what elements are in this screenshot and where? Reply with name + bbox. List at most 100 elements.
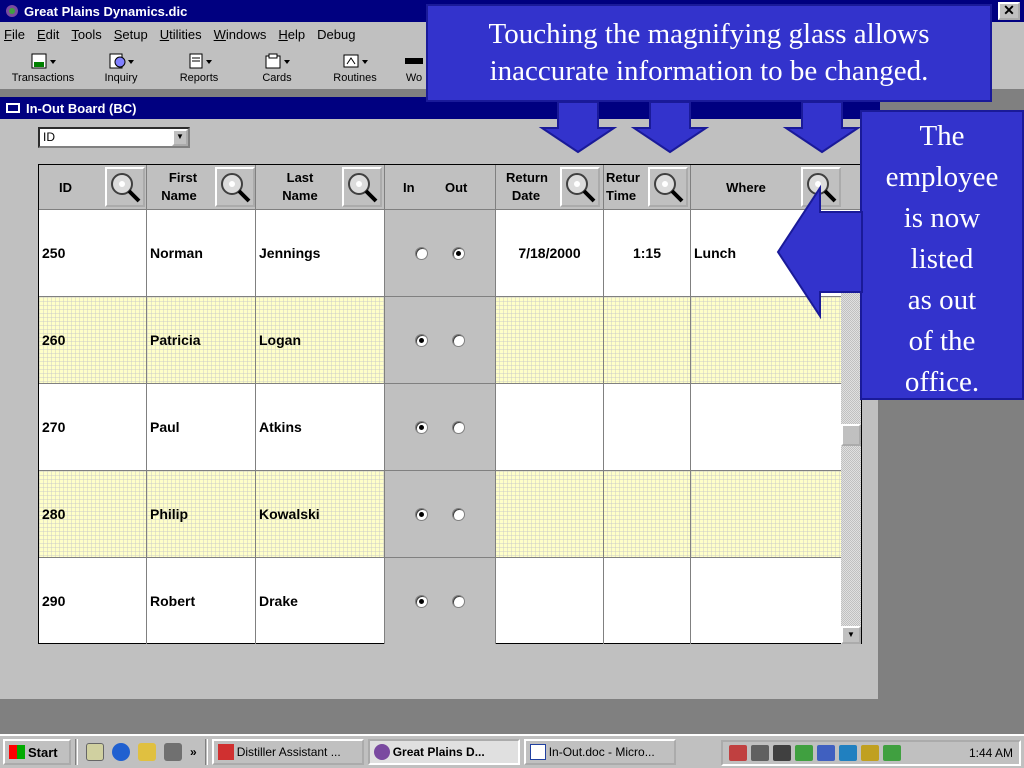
clock[interactable]: 1:44 AM bbox=[969, 746, 1013, 760]
last-name-cell[interactable]: Logan bbox=[256, 297, 385, 383]
tray-icon-1[interactable] bbox=[729, 745, 747, 761]
last-name-cell[interactable]: Kowalski bbox=[256, 471, 385, 557]
id-lookup-button[interactable] bbox=[105, 167, 145, 207]
return-date-label-line1: Return bbox=[506, 170, 548, 185]
in-radio[interactable] bbox=[415, 246, 428, 260]
id-cell[interactable]: 270 bbox=[39, 384, 147, 470]
return-time-cell[interactable] bbox=[604, 384, 691, 470]
first-name-cell[interactable]: Norman bbox=[147, 210, 256, 296]
return-time-cell[interactable] bbox=[604, 558, 691, 644]
show-desktop-icon[interactable] bbox=[86, 743, 104, 761]
return-time-cell[interactable] bbox=[604, 471, 691, 557]
taskbar-distiller[interactable]: Distiller Assistant ... bbox=[211, 739, 364, 765]
out-radio[interactable] bbox=[452, 333, 465, 347]
return-date-lookup-button[interactable] bbox=[560, 167, 600, 207]
where-cell[interactable]: Lunch bbox=[691, 210, 843, 296]
in-out-cell bbox=[385, 471, 496, 557]
table-row[interactable]: 260 Patricia Logan bbox=[39, 297, 843, 384]
where-label: Where bbox=[726, 180, 766, 195]
last-name-cell[interactable]: Atkins bbox=[256, 384, 385, 470]
transactions-button[interactable]: Transactions bbox=[4, 46, 82, 89]
table-row[interactable]: 250 Norman Jennings 7/18/2000 1:15 Lunch bbox=[39, 210, 843, 297]
transactions-icon bbox=[31, 53, 56, 68]
tray-icon-2[interactable] bbox=[751, 745, 769, 761]
media-player-icon[interactable] bbox=[164, 743, 182, 761]
menu-edit[interactable]: Edit bbox=[37, 27, 59, 42]
out-radio[interactable] bbox=[452, 594, 465, 608]
vertical-scrollbar[interactable]: ▲ ▼ bbox=[841, 210, 861, 644]
header-in-out: In Out bbox=[385, 165, 496, 210]
where-cell[interactable] bbox=[691, 384, 843, 470]
start-button[interactable]: Start bbox=[3, 739, 71, 765]
return-date-cell[interactable] bbox=[496, 558, 604, 644]
in-radio[interactable] bbox=[415, 507, 428, 521]
out-radio[interactable] bbox=[452, 246, 465, 260]
in-radio[interactable] bbox=[415, 333, 428, 347]
return-date-cell[interactable] bbox=[496, 384, 604, 470]
out-radio[interactable] bbox=[452, 507, 465, 521]
where-cell[interactable] bbox=[691, 471, 843, 557]
scrollbar-thumb[interactable] bbox=[841, 424, 861, 446]
return-time-label-line1: Retur bbox=[606, 170, 640, 185]
magnifying-glass-icon bbox=[348, 173, 378, 203]
tray-icon-8[interactable] bbox=[883, 745, 901, 761]
in-radio[interactable] bbox=[415, 420, 428, 434]
outlook-icon[interactable] bbox=[138, 743, 156, 761]
table-row[interactable]: 280 Philip Kowalski bbox=[39, 471, 843, 558]
return-date-cell[interactable] bbox=[496, 297, 604, 383]
tray-icon-7[interactable] bbox=[861, 745, 879, 761]
last-name-cell[interactable]: Jennings bbox=[256, 210, 385, 296]
cards-button[interactable]: Cards bbox=[238, 46, 316, 89]
taskbar-great-plains[interactable]: Great Plains D... bbox=[367, 739, 520, 765]
table-row[interactable]: 270 Paul Atkins bbox=[39, 384, 843, 471]
menu-windows[interactable]: Windows bbox=[214, 27, 267, 42]
volume-icon[interactable] bbox=[773, 745, 791, 761]
first-name-cell[interactable]: Paul bbox=[147, 384, 256, 470]
first-name-cell[interactable]: Robert bbox=[147, 558, 256, 644]
last-name-cell[interactable]: Drake bbox=[256, 558, 385, 644]
id-cell[interactable]: 280 bbox=[39, 471, 147, 557]
menu-utilities[interactable]: Utilities bbox=[160, 27, 202, 42]
tray-icon-6[interactable] bbox=[839, 745, 857, 761]
id-cell[interactable]: 290 bbox=[39, 558, 147, 644]
menu-setup[interactable]: Setup bbox=[114, 27, 148, 42]
inquiry-button[interactable]: Inquiry bbox=[82, 46, 160, 89]
first-name-lookup-button[interactable] bbox=[215, 167, 255, 207]
window-close-button[interactable]: ✕ bbox=[998, 2, 1020, 20]
in-radio[interactable] bbox=[415, 594, 428, 608]
magnifying-glass-icon bbox=[111, 173, 141, 203]
routines-button[interactable]: Routines bbox=[316, 46, 394, 89]
first-name-cell[interactable]: Philip bbox=[147, 471, 256, 557]
menu-tools[interactable]: Tools bbox=[71, 27, 101, 42]
network-icon[interactable] bbox=[817, 745, 835, 761]
taskbar-word-doc[interactable]: In-Out.doc - Micro... bbox=[523, 739, 676, 765]
tray-icon-4[interactable] bbox=[795, 745, 813, 761]
reports-button[interactable]: Reports bbox=[160, 46, 238, 89]
return-date-cell[interactable]: 7/18/2000 bbox=[496, 210, 604, 296]
return-time-cell[interactable]: 1:15 bbox=[604, 210, 691, 296]
quick-launch-chevron[interactable]: » bbox=[190, 745, 197, 759]
sort-by-select[interactable]: ID ▼ bbox=[38, 127, 190, 148]
id-cell[interactable]: 260 bbox=[39, 297, 147, 383]
in-label: In bbox=[403, 180, 415, 195]
id-cell[interactable]: 250 bbox=[39, 210, 147, 296]
menu-file[interactable]: File bbox=[4, 27, 25, 42]
taskbar: Start » Distiller Assistant ... Great Pl… bbox=[0, 734, 1024, 768]
out-radio[interactable] bbox=[452, 420, 465, 434]
scroll-down-button[interactable]: ▼ bbox=[841, 626, 861, 644]
internet-explorer-icon[interactable] bbox=[112, 743, 130, 761]
return-date-cell[interactable] bbox=[496, 471, 604, 557]
return-time-lookup-button[interactable] bbox=[648, 167, 688, 207]
where-cell[interactable] bbox=[691, 558, 843, 644]
table-row[interactable]: 290 Robert Drake bbox=[39, 558, 843, 645]
menu-debug[interactable]: Debug bbox=[317, 27, 355, 42]
return-time-cell[interactable] bbox=[604, 297, 691, 383]
chevron-down-icon[interactable]: ▼ bbox=[172, 129, 188, 146]
last-name-lookup-button[interactable] bbox=[342, 167, 382, 207]
in-out-cell bbox=[385, 558, 496, 644]
menu-help[interactable]: Help bbox=[278, 27, 305, 42]
where-lookup-button[interactable] bbox=[801, 167, 841, 207]
first-name-cell[interactable]: Patricia bbox=[147, 297, 256, 383]
where-cell[interactable] bbox=[691, 297, 843, 383]
scroll-up-button[interactable]: ▲ bbox=[841, 210, 861, 228]
